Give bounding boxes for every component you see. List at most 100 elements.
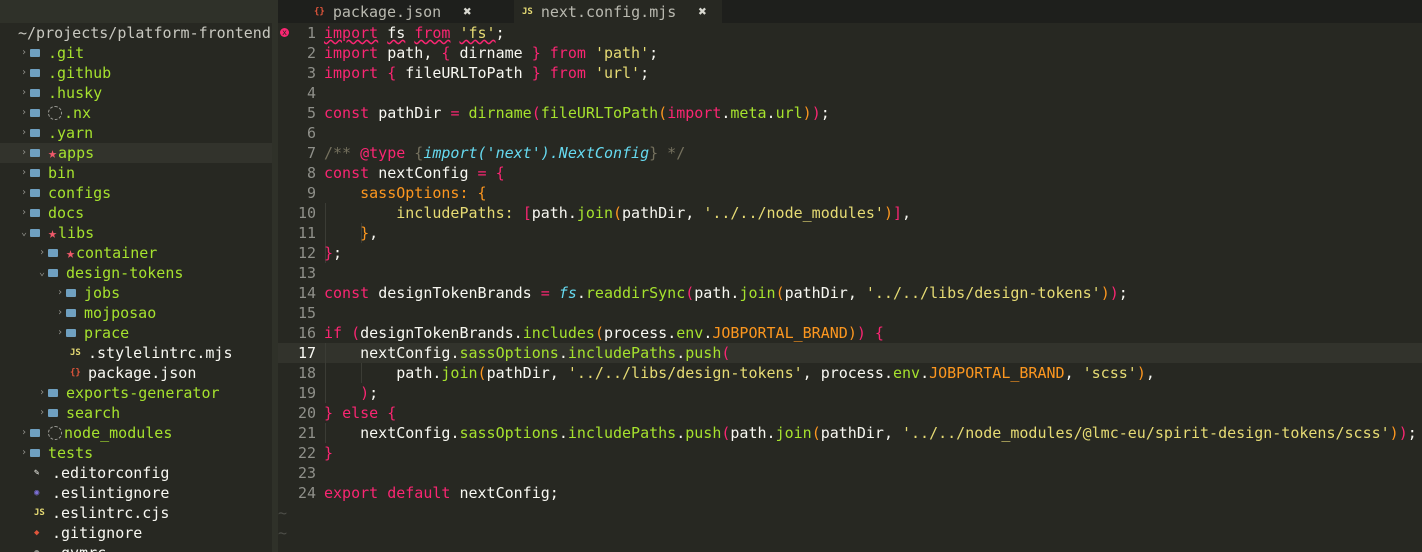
code-line-8[interactable]: const nextConfig = { — [324, 163, 505, 183]
code-line-5[interactable]: const pathDir = dirname(fileURLToPath(im… — [324, 103, 830, 123]
code-line-14[interactable]: const designTokenBrands = fs.readdirSync… — [324, 283, 1128, 303]
tree-item-editorconfig[interactable]: ✎ .editorconfig — [34, 463, 169, 483]
tree-item-bin[interactable]: › bin — [18, 163, 75, 183]
line-number: 16 — [297, 324, 316, 342]
tree-item-label: node_modules — [64, 424, 173, 442]
tree-item-nx[interactable]: › .nx — [18, 103, 91, 123]
tree-item-design-tokens[interactable]: ⌄ design-tokens — [36, 263, 183, 283]
token: includePaths — [567, 424, 677, 442]
tree-item-search[interactable]: › search — [36, 403, 120, 423]
token: 'url' — [594, 64, 641, 82]
tree-item-tests[interactable]: › tests — [18, 443, 93, 463]
tree-item-mojposao[interactable]: › mojposao — [54, 303, 156, 323]
code-line-3[interactable]: import { fileURLToPath } from 'url'; — [324, 63, 649, 83]
chevron-right-icon[interactable]: › — [18, 143, 30, 163]
chevron-right-icon[interactable]: › — [36, 403, 48, 423]
chevron-right-icon[interactable]: › — [18, 103, 30, 123]
tab-package-json[interactable]: {} package.json ✖ — [308, 0, 514, 23]
chevron-right-icon[interactable]: › — [36, 243, 48, 263]
code-line-22[interactable]: } — [324, 443, 333, 463]
tree-item-label: tests — [48, 444, 94, 462]
tree-item-node-modules[interactable]: › node_modules — [18, 423, 172, 443]
chevron-down-icon[interactable]: ⌄ — [18, 223, 30, 243]
tree-item-label: bin — [48, 164, 76, 182]
tree-item-libs[interactable]: ⌄ ★ libs — [18, 223, 94, 243]
folder-open-icon — [30, 229, 40, 237]
token: 'path' — [594, 44, 650, 62]
tree-item-exports-generator[interactable]: › exports-generator — [36, 383, 220, 403]
tree-item-prace[interactable]: › prace — [54, 323, 129, 343]
token: '../../libs/design-tokens' — [865, 284, 1101, 302]
code-line-16[interactable]: if (designTokenBrands.includes(process.e… — [324, 323, 884, 343]
token: ; — [549, 484, 559, 502]
tree-item-jobs[interactable]: › jobs — [54, 283, 120, 303]
tree-item-gitignore[interactable]: ◆ .gitignore — [34, 523, 142, 543]
tree-item-yarn[interactable]: › .yarn — [18, 123, 93, 143]
chevron-right-icon[interactable]: › — [36, 383, 48, 403]
chevron-down-icon[interactable]: ⌄ — [36, 263, 48, 283]
chevron-right-icon[interactable]: › — [18, 443, 30, 463]
tree-item-eslintignore[interactable]: ◉ .eslintignore — [34, 483, 169, 503]
tree-item-label: .github — [48, 64, 112, 82]
tree-item-package-json[interactable]: {} package.json — [70, 363, 196, 383]
tree-item-container[interactable]: › ★ container — [36, 243, 157, 263]
code-line-24[interactable]: export default nextConfig; — [324, 483, 559, 503]
chevron-right-icon[interactable]: › — [18, 203, 30, 223]
chevron-right-icon[interactable]: › — [54, 283, 66, 303]
token: join — [739, 284, 776, 302]
chevron-right-icon[interactable]: › — [18, 123, 30, 143]
code-line-9[interactable]: sassOptions: { — [324, 183, 486, 203]
file-tree-sidebar: ~/projects/platform-frontend › .git › .git… — [0, 23, 272, 552]
code-line-19[interactable]: ); — [324, 383, 378, 403]
tree-item-apps[interactable]: › ★ apps — [0, 143, 272, 163]
line-number: 9 — [306, 184, 316, 202]
chevron-right-icon[interactable]: › — [18, 163, 30, 183]
tree-root-path[interactable]: ~/projects/platform-frontend — [18, 23, 271, 43]
token: else — [342, 404, 379, 422]
code-line-21[interactable]: nextConfig.sassOptions.includePaths.push… — [324, 423, 1417, 443]
chevron-right-icon[interactable]: › — [18, 83, 30, 103]
chevron-right-icon[interactable]: › — [18, 63, 30, 83]
token: pathDir — [820, 424, 884, 442]
tree-item-stylelintrc[interactable]: JS .stylelintrc.mjs — [70, 343, 233, 363]
star-icon: ★ — [66, 244, 76, 262]
tree-item-configs[interactable]: › configs — [18, 183, 111, 203]
tree-item-docs[interactable]: › docs — [18, 203, 84, 223]
token: dirname — [468, 104, 532, 122]
close-icon[interactable]: ✖ — [698, 4, 706, 20]
close-icon[interactable]: ✖ — [463, 4, 471, 20]
tree-item-eslintrc[interactable]: JS .eslintrc.cjs — [34, 503, 169, 523]
folder-icon — [30, 109, 40, 117]
tree-item-github[interactable]: › .github — [18, 63, 111, 83]
tree-item-git[interactable]: › .git — [18, 43, 84, 63]
empty-line-marker: ~ — [278, 504, 288, 522]
tree-item-gvmrc[interactable]: ●.gvmrc — [34, 543, 106, 552]
chevron-right-icon[interactable]: › — [18, 183, 30, 203]
code-line-2[interactable]: import path, { dirname } from 'path'; — [324, 43, 658, 63]
line-number: 12 — [297, 244, 316, 262]
token: path — [387, 44, 424, 62]
folder-icon — [48, 409, 58, 417]
code-line-10[interactable]: includePaths: [path.join(pathDir, '../..… — [324, 203, 911, 223]
code-line-7[interactable]: /** @type {import('next').NextConfig} */ — [324, 143, 685, 163]
token: import — [667, 104, 722, 122]
chevron-right-icon[interactable]: › — [18, 43, 30, 63]
line-number: 18 — [297, 364, 316, 382]
token: 'scss' — [1082, 364, 1137, 382]
tree-item-label: mojposao — [84, 304, 157, 322]
code-line-1[interactable]: import fs from 'fs'; — [324, 23, 505, 43]
code-line-11[interactable]: }, — [324, 223, 378, 243]
chevron-right-icon[interactable]: › — [54, 303, 66, 323]
token: import — [324, 24, 379, 42]
code-line-17[interactable]: nextConfig.sassOptions.includePaths.push… — [324, 343, 730, 363]
code-line-12[interactable]: }; — [324, 243, 342, 263]
token: = — [450, 104, 460, 122]
code-editor[interactable]: x 1 2 3 4 5 6 7 8 9 10 11 12 13 14 15 16… — [278, 23, 1422, 552]
chevron-right-icon[interactable]: › — [18, 423, 30, 443]
tree-item-husky[interactable]: › .husky — [18, 83, 102, 103]
chevron-right-icon[interactable]: › — [54, 323, 66, 343]
tree-item-label: configs — [48, 184, 112, 202]
code-line-20[interactable]: } else { — [324, 403, 396, 423]
code-line-18[interactable]: path.join(pathDir, '../../libs/design-to… — [324, 363, 1155, 383]
tab-next-config[interactable]: JS next.config.mjs ✖ — [514, 0, 722, 23]
